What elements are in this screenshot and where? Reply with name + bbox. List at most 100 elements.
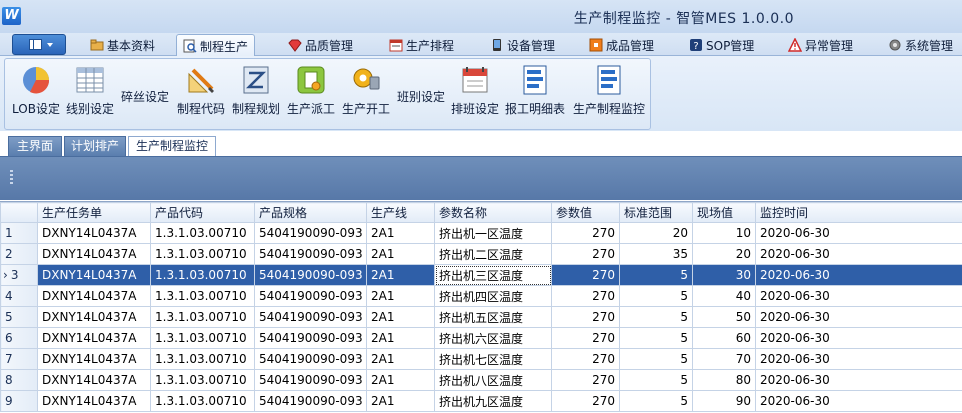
cell-code[interactable]: 1.3.1.03.00710 xyxy=(150,243,255,265)
cell-param[interactable]: 挤出机一区温度 xyxy=(434,222,552,244)
column-header[interactable]: 参数值 xyxy=(551,202,620,223)
cell-param[interactable]: 挤出机九区温度 xyxy=(434,390,552,412)
row-number[interactable]: › 3 xyxy=(0,264,38,286)
cell-std[interactable]: 5 xyxy=(619,306,693,328)
row-number[interactable]: 6 xyxy=(0,327,38,349)
table-row[interactable]: 8 DXNY14L0437A 1.3.1.03.00710 5404190090-09… xyxy=(0,369,962,391)
cell-param[interactable]: 挤出机八区温度 xyxy=(434,369,552,391)
cell-value[interactable]: 270 xyxy=(551,285,620,307)
tab-process-monitor[interactable]: 生产制程监控 xyxy=(128,136,216,157)
cell-code[interactable]: 1.3.1.03.00710 xyxy=(150,369,255,391)
cell-line[interactable]: 2A1 xyxy=(366,222,435,244)
cell-task[interactable]: DXNY14L0437A xyxy=(37,222,151,244)
menu-tab-finished-goods[interactable]: 成品管理 xyxy=(583,34,660,56)
cell-std[interactable]: 5 xyxy=(619,390,693,412)
cell-std[interactable]: 20 xyxy=(619,222,693,244)
row-number[interactable]: 2 xyxy=(0,243,38,265)
shift-settings-button[interactable]: 班别设定 xyxy=(393,59,449,127)
cell-time[interactable]: 2020-06-30 xyxy=(755,348,962,370)
cell-std[interactable]: 35 xyxy=(619,243,693,265)
cell-std[interactable]: 5 xyxy=(619,264,693,286)
cell-spec[interactable]: 5404190090-093 xyxy=(254,348,367,370)
cell-value[interactable]: 270 xyxy=(551,243,620,265)
cell-spec[interactable]: 5404190090-093 xyxy=(254,243,367,265)
process-planning-button[interactable]: 制程规划 xyxy=(229,59,283,127)
column-header[interactable]: 标准范围 xyxy=(619,202,693,223)
menu-tab-sop[interactable]: ? SOP管理 xyxy=(683,34,760,56)
row-number[interactable]: 9 xyxy=(0,390,38,412)
cell-code[interactable]: 1.3.1.03.00710 xyxy=(150,222,255,244)
cell-field[interactable]: 60 xyxy=(692,327,756,349)
row-number[interactable]: 1 xyxy=(0,222,38,244)
table-row[interactable]: 7 DXNY14L0437A 1.3.1.03.00710 5404190090-09… xyxy=(0,348,962,370)
column-header[interactable]: 产品规格 xyxy=(254,202,367,223)
row-number[interactable]: 7 xyxy=(0,348,38,370)
table-row[interactable]: 6 DXNY14L0437A 1.3.1.03.00710 5404190090-09… xyxy=(0,327,962,349)
application-menu-button[interactable] xyxy=(12,34,66,55)
cell-code[interactable]: 1.3.1.03.00710 xyxy=(150,327,255,349)
column-header[interactable]: 生产任务单 xyxy=(37,202,151,223)
cell-spec[interactable]: 5404190090-093 xyxy=(254,306,367,328)
cell-value[interactable]: 270 xyxy=(551,327,620,349)
cell-field[interactable]: 20 xyxy=(692,243,756,265)
cell-param[interactable]: 挤出机二区温度 xyxy=(434,243,552,265)
line-settings-button[interactable]: 线别设定 xyxy=(63,59,117,127)
table-row[interactable]: 2 DXNY14L0437A 1.3.1.03.00710 5404190090-09… xyxy=(0,243,962,265)
table-row[interactable]: 5 DXNY14L0437A 1.3.1.03.00710 5404190090-09… xyxy=(0,306,962,328)
cell-value[interactable]: 270 xyxy=(551,390,620,412)
table-row[interactable]: › 3 DXNY14L0437A 1.3.1.03.00710 5404190090-0… xyxy=(0,264,962,286)
production-start-button[interactable]: 生产开工 xyxy=(339,59,393,127)
cell-line[interactable]: 2A1 xyxy=(366,243,435,265)
cell-time[interactable]: 2020-06-30 xyxy=(755,243,962,265)
cell-task[interactable]: DXNY14L0437A xyxy=(37,243,151,265)
cell-value[interactable]: 270 xyxy=(551,369,620,391)
tab-plan-scheduling[interactable]: 计划排产 xyxy=(64,136,126,156)
production-dispatch-button[interactable]: 生产派工 xyxy=(283,59,339,127)
table-row[interactable]: 4 DXNY14L0437A 1.3.1.03.00710 5404190090-09… xyxy=(0,285,962,307)
cell-spec[interactable]: 5404190090-093 xyxy=(254,369,367,391)
cell-code[interactable]: 1.3.1.03.00710 xyxy=(150,264,255,286)
cell-param[interactable]: 挤出机六区温度 xyxy=(434,327,552,349)
row-number[interactable]: 4 xyxy=(0,285,38,307)
cell-value[interactable]: 270 xyxy=(551,264,620,286)
cell-param[interactable]: 挤出机七区温度 xyxy=(434,348,552,370)
menu-tab-exceptions[interactable]: 异常管理 xyxy=(782,34,859,56)
cell-std[interactable]: 5 xyxy=(619,369,693,391)
cell-task[interactable]: DXNY14L0437A xyxy=(37,348,151,370)
cell-task[interactable]: DXNY14L0437A xyxy=(37,327,151,349)
cell-field[interactable]: 70 xyxy=(692,348,756,370)
cell-task[interactable]: DXNY14L0437A xyxy=(37,264,151,286)
cell-code[interactable]: 1.3.1.03.00710 xyxy=(150,348,255,370)
cell-spec[interactable]: 5404190090-093 xyxy=(254,264,367,286)
process-monitor-button[interactable]: 生产制程监控 xyxy=(569,59,649,127)
cell-param[interactable]: 挤出机五区温度 xyxy=(434,306,552,328)
cell-value[interactable]: 270 xyxy=(551,348,620,370)
cell-std[interactable]: 5 xyxy=(619,327,693,349)
shift-schedule-button[interactable]: 排班设定 xyxy=(449,59,501,127)
cell-line[interactable]: 2A1 xyxy=(366,285,435,307)
row-number[interactable]: 8 xyxy=(0,369,38,391)
table-row[interactable]: 1 DXNY14L0437A 1.3.1.03.00710 5404190090-09… xyxy=(0,222,962,244)
process-code-button[interactable]: 制程代码 xyxy=(173,59,229,127)
cell-time[interactable]: 2020-06-30 xyxy=(755,285,962,307)
menu-tab-basic-data[interactable]: 基本资料 xyxy=(84,34,161,56)
cell-field[interactable]: 40 xyxy=(692,285,756,307)
cell-time[interactable]: 2020-06-30 xyxy=(755,327,962,349)
cell-time[interactable]: 2020-06-30 xyxy=(755,264,962,286)
menu-tab-equipment[interactable]: 设备管理 xyxy=(484,34,561,56)
column-header[interactable]: 现场值 xyxy=(692,202,756,223)
column-header[interactable]: 监控时间 xyxy=(755,202,962,223)
cell-field[interactable]: 80 xyxy=(692,369,756,391)
cell-task[interactable]: DXNY14L0437A xyxy=(37,306,151,328)
toolbar-grip-handle[interactable] xyxy=(10,170,13,186)
cell-line[interactable]: 2A1 xyxy=(366,390,435,412)
cell-code[interactable]: 1.3.1.03.00710 xyxy=(150,390,255,412)
cell-field[interactable]: 30 xyxy=(692,264,756,286)
cell-spec[interactable]: 5404190090-093 xyxy=(254,390,367,412)
cell-code[interactable]: 1.3.1.03.00710 xyxy=(150,285,255,307)
tab-main-screen[interactable]: 主界面 xyxy=(8,136,62,156)
row-number[interactable]: 5 xyxy=(0,306,38,328)
cell-line[interactable]: 2A1 xyxy=(366,348,435,370)
cell-spec[interactable]: 5404190090-093 xyxy=(254,285,367,307)
table-row[interactable]: 9 DXNY14L0437A 1.3.1.03.00710 5404190090-09… xyxy=(0,390,962,412)
